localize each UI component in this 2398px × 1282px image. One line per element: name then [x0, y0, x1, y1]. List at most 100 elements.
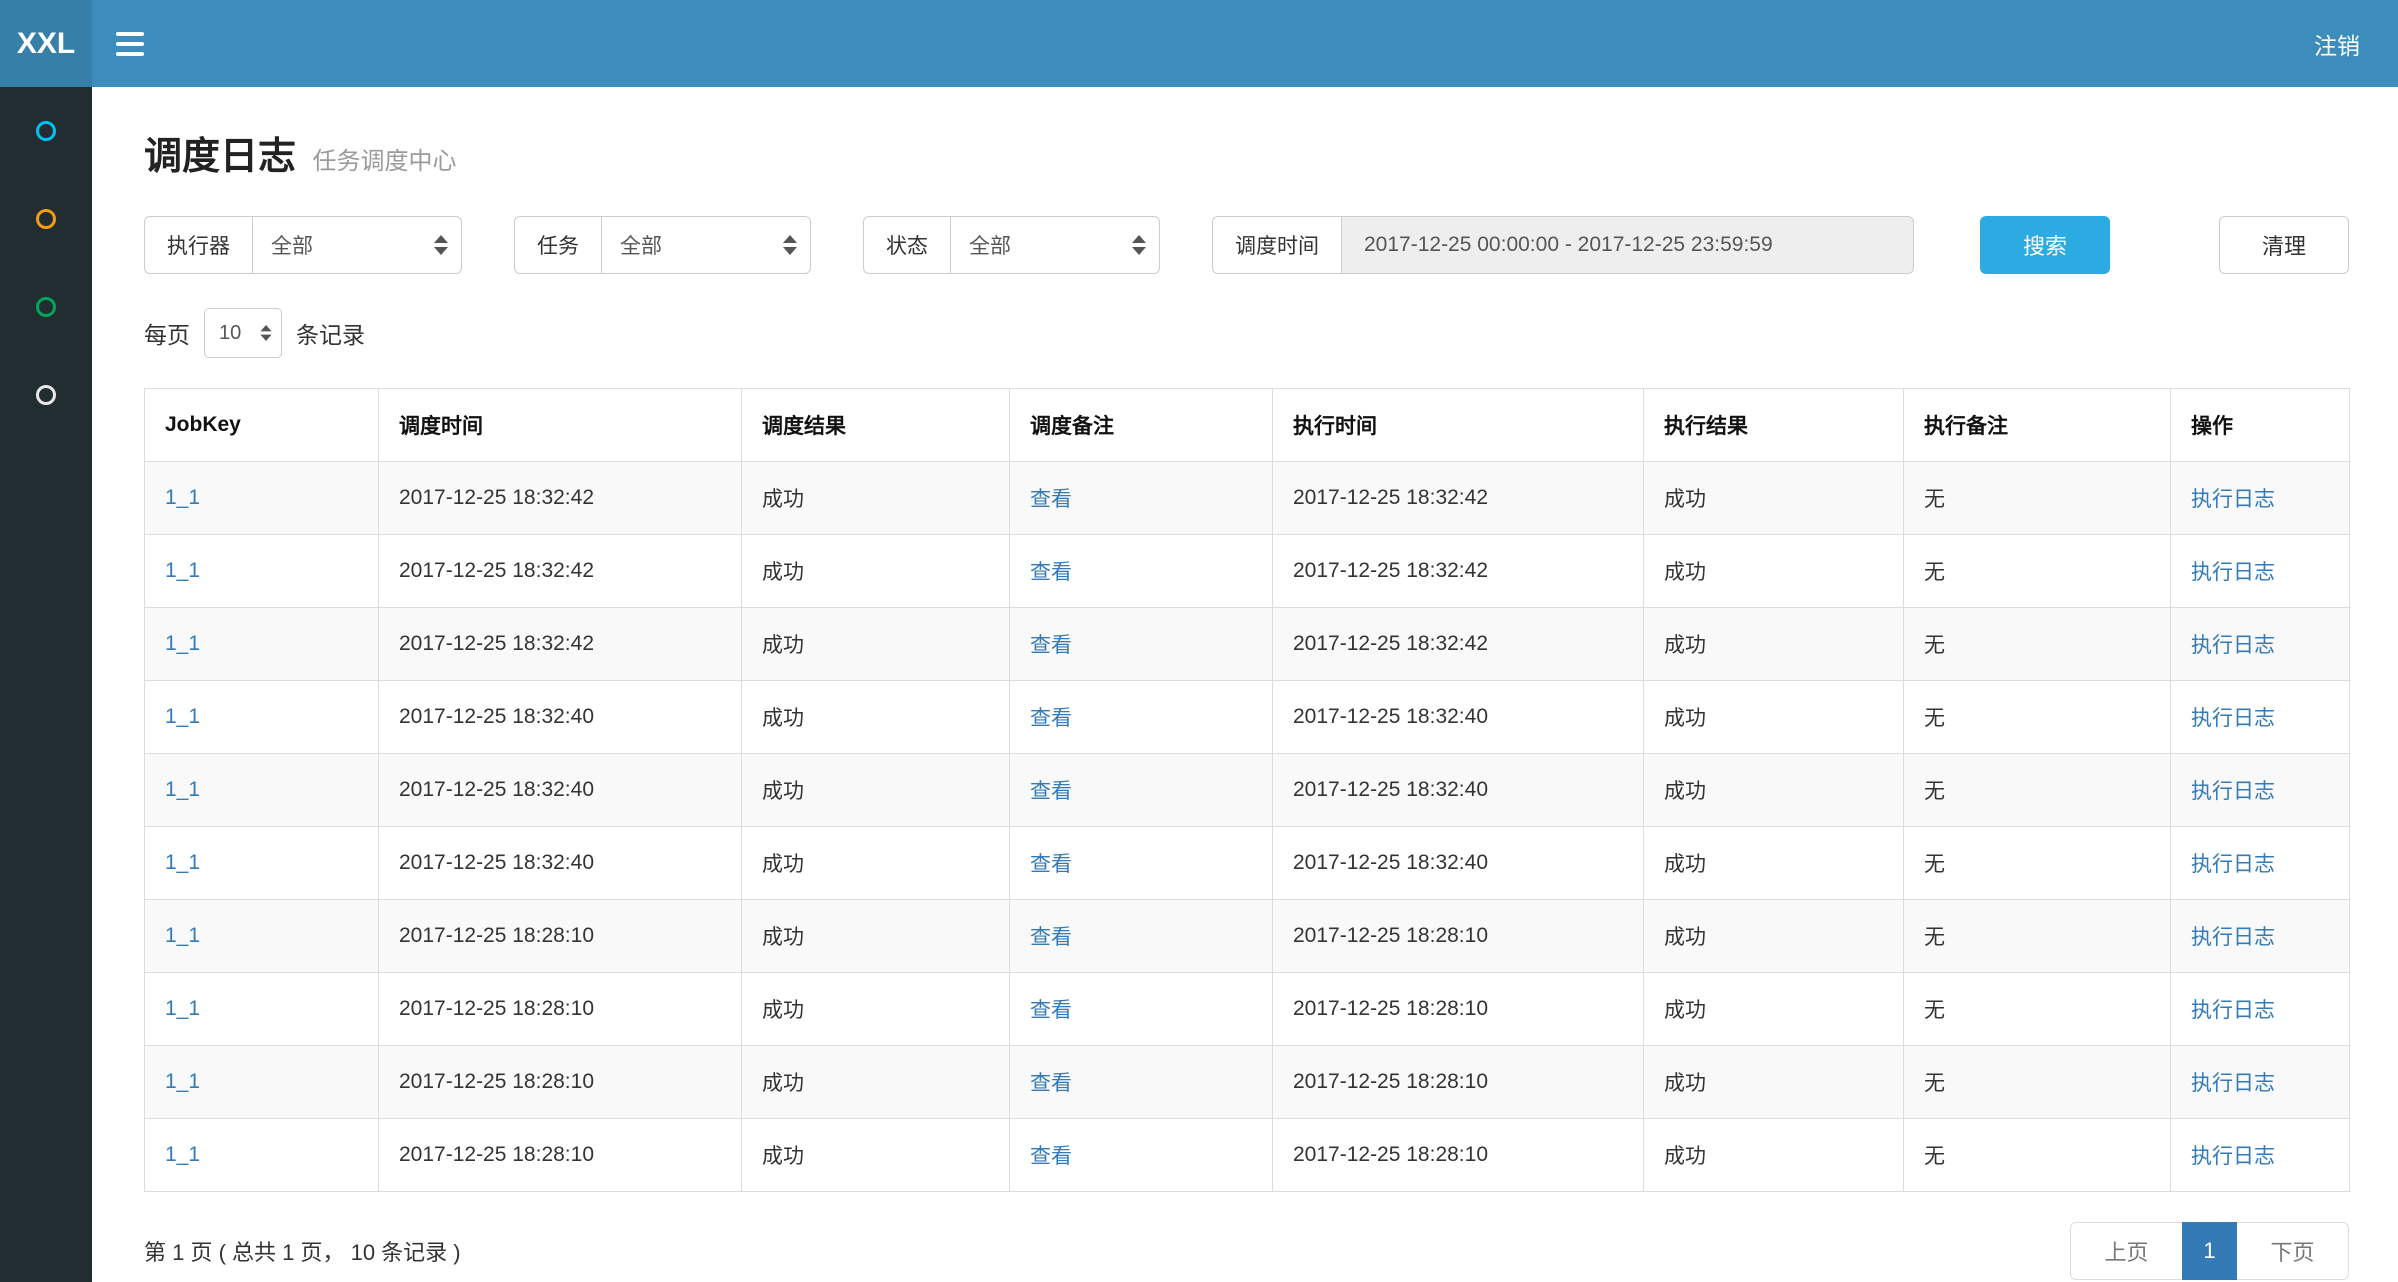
handle_time-cell: 2017-12-25 18:28:10 — [1273, 973, 1644, 1046]
page-size-select[interactable]: 10 — [204, 308, 282, 358]
trigger_msg-cell: 查看 — [1010, 973, 1273, 1046]
handle_msg-cell: 无 — [1904, 900, 2171, 973]
executor-select[interactable]: 全部 — [252, 216, 462, 274]
circle-icon — [36, 385, 56, 405]
action-link[interactable]: 执行日志 — [2191, 853, 2275, 876]
pagination: 上页 1 下页 — [2070, 1222, 2349, 1280]
sidebar-item-3[interactable] — [0, 263, 92, 351]
trigger_time-cell: 2017-12-25 18:32:42 — [379, 535, 742, 608]
filter-bar: 执行器 全部 任务 全部 状态 全部 调度时间 2017-12-25 00:00… — [144, 216, 2349, 274]
jobkey-link[interactable]: 1_1 — [165, 778, 200, 801]
executor-select-value: 全部 — [271, 230, 313, 260]
trigger_msg-link[interactable]: 查看 — [1030, 926, 1072, 949]
handle_msg-cell: 无 — [1904, 608, 2171, 681]
trigger_msg-link[interactable]: 查看 — [1030, 1145, 1072, 1168]
col-header-handle-time: 执行时间 — [1273, 389, 1644, 462]
status-select[interactable]: 全部 — [950, 216, 1160, 274]
trigger_msg-link[interactable]: 查看 — [1030, 1072, 1072, 1095]
clear-button[interactable]: 清理 — [2219, 216, 2349, 274]
jobkey-link[interactable]: 1_1 — [165, 559, 200, 582]
jobkey-cell: 1_1 — [145, 754, 379, 827]
pagination-summary: 第 1 页 ( 总共 1 页， 10 条记录 ) — [144, 1235, 461, 1267]
sidebar-item-1[interactable] — [0, 87, 92, 175]
jobkey-link[interactable]: 1_1 — [165, 1143, 200, 1166]
trigger_msg-link[interactable]: 查看 — [1030, 853, 1072, 876]
status-select-value: 全部 — [969, 230, 1011, 260]
trigger_msg-link[interactable]: 查看 — [1030, 634, 1072, 657]
executor-filter-group: 执行器 全部 — [144, 216, 462, 274]
handle_time-cell: 2017-12-25 18:28:10 — [1273, 1046, 1644, 1119]
handle_msg-cell: 无 — [1904, 1119, 2171, 1192]
trigger_result-cell: 成功 — [742, 1119, 1010, 1192]
jobkey-cell: 1_1 — [145, 1119, 379, 1192]
jobkey-link[interactable]: 1_1 — [165, 997, 200, 1020]
action-link[interactable]: 执行日志 — [2191, 1145, 2275, 1168]
jobkey-link[interactable]: 1_1 — [165, 632, 200, 655]
trigger_result-cell: 成功 — [742, 462, 1010, 535]
trigger-time-range-input[interactable]: 2017-12-25 00:00:00 - 2017-12-25 23:59:5… — [1341, 216, 1914, 274]
trigger_msg-link[interactable]: 查看 — [1030, 707, 1072, 730]
handle_result-cell: 成功 — [1644, 1046, 1904, 1119]
search-button[interactable]: 搜索 — [1980, 216, 2110, 274]
action-link[interactable]: 执行日志 — [2191, 707, 2275, 730]
trigger_msg-link[interactable]: 查看 — [1030, 561, 1072, 584]
jobkey-link[interactable]: 1_1 — [165, 851, 200, 874]
action-link[interactable]: 执行日志 — [2191, 780, 2275, 803]
table-row: 1_12017-12-25 18:28:10成功查看2017-12-25 18:… — [145, 973, 2350, 1046]
handle_msg-cell: 无 — [1904, 754, 2171, 827]
trigger_time-cell: 2017-12-25 18:28:10 — [379, 900, 742, 973]
action-cell: 执行日志 — [2171, 535, 2350, 608]
trigger_result-cell: 成功 — [742, 827, 1010, 900]
trigger_time-cell: 2017-12-25 18:28:10 — [379, 1119, 742, 1192]
job-select[interactable]: 全部 — [601, 216, 811, 274]
log-table: JobKey 调度时间 调度结果 调度备注 执行时间 执行结果 执行备注 操作 … — [144, 388, 2350, 1192]
action-link[interactable]: 执行日志 — [2191, 999, 2275, 1022]
job-filter-group: 任务 全部 — [514, 216, 811, 274]
action-link[interactable]: 执行日志 — [2191, 1072, 2275, 1095]
jobkey-link[interactable]: 1_1 — [165, 1070, 200, 1093]
handle_time-cell: 2017-12-25 18:32:40 — [1273, 681, 1644, 754]
jobkey-cell: 1_1 — [145, 973, 379, 1046]
jobkey-link[interactable]: 1_1 — [165, 924, 200, 947]
handle_result-cell: 成功 — [1644, 900, 1904, 973]
sidebar-item-2[interactable] — [0, 175, 92, 263]
action-link[interactable]: 执行日志 — [2191, 488, 2275, 511]
next-page-button[interactable]: 下页 — [2236, 1222, 2349, 1280]
page-size-prefix-label: 每页 — [144, 316, 190, 350]
handle_msg-cell: 无 — [1904, 973, 2171, 1046]
jobkey-link[interactable]: 1_1 — [165, 705, 200, 728]
status-filter-label: 状态 — [863, 216, 950, 274]
trigger_time-cell: 2017-12-25 18:32:40 — [379, 827, 742, 900]
trigger_msg-link[interactable]: 查看 — [1030, 999, 1072, 1022]
trigger-time-filter-label: 调度时间 — [1212, 216, 1341, 274]
trigger_msg-link[interactable]: 查看 — [1030, 488, 1072, 511]
action-link[interactable]: 执行日志 — [2191, 926, 2275, 949]
job-select-value: 全部 — [620, 230, 662, 260]
current-page-button[interactable]: 1 — [2182, 1222, 2237, 1280]
handle_result-cell: 成功 — [1644, 827, 1904, 900]
app-logo[interactable]: XXL — [0, 0, 92, 87]
table-row: 1_12017-12-25 18:28:10成功查看2017-12-25 18:… — [145, 900, 2350, 973]
table-row: 1_12017-12-25 18:32:40成功查看2017-12-25 18:… — [145, 827, 2350, 900]
trigger_time-cell: 2017-12-25 18:32:42 — [379, 462, 742, 535]
action-cell: 执行日志 — [2171, 827, 2350, 900]
jobkey-link[interactable]: 1_1 — [165, 486, 200, 509]
action-link[interactable]: 执行日志 — [2191, 634, 2275, 657]
trigger_msg-cell: 查看 — [1010, 827, 1273, 900]
sidebar-toggle-button[interactable] — [92, 0, 168, 87]
action-link[interactable]: 执行日志 — [2191, 561, 2275, 584]
trigger_msg-cell: 查看 — [1010, 1046, 1273, 1119]
table-row: 1_12017-12-25 18:32:40成功查看2017-12-25 18:… — [145, 754, 2350, 827]
page-subtitle: 任务调度中心 — [312, 148, 456, 175]
handle_msg-cell: 无 — [1904, 827, 2171, 900]
action-cell: 执行日志 — [2171, 900, 2350, 973]
jobkey-cell: 1_1 — [145, 462, 379, 535]
table-footer: 第 1 页 ( 总共 1 页， 10 条记录 ) 上页 1 下页 — [144, 1222, 2349, 1280]
trigger_msg-link[interactable]: 查看 — [1030, 780, 1072, 803]
trigger_msg-cell: 查看 — [1010, 462, 1273, 535]
prev-page-button[interactable]: 上页 — [2070, 1222, 2183, 1280]
jobkey-cell: 1_1 — [145, 535, 379, 608]
logout-link[interactable]: 注销 — [2276, 0, 2398, 87]
trigger_result-cell: 成功 — [742, 973, 1010, 1046]
sidebar-item-4[interactable] — [0, 351, 92, 439]
